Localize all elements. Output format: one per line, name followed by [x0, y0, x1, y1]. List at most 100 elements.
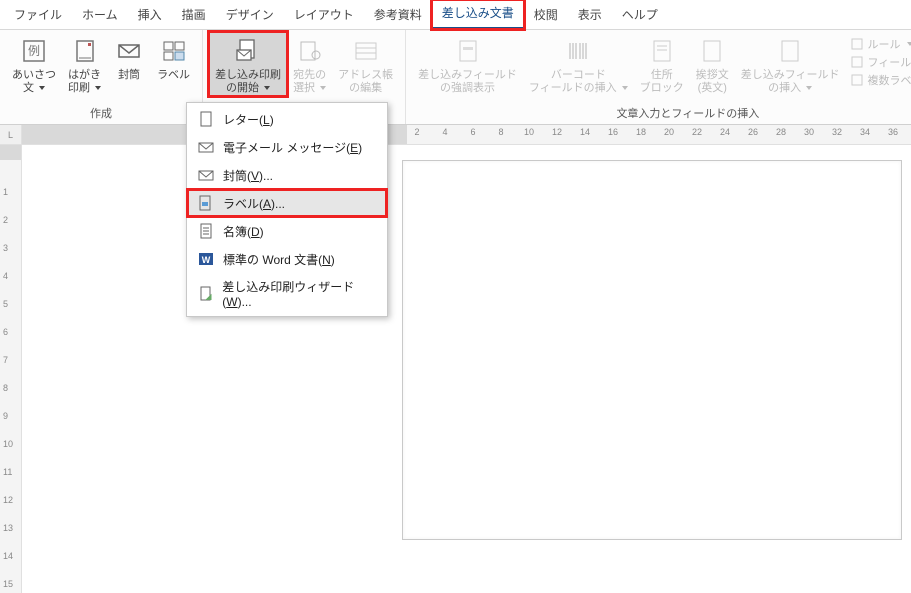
ruler-h-tick: 12 — [552, 127, 562, 137]
postcard-icon — [69, 35, 101, 67]
ruler-v-tick: 13 — [3, 523, 13, 533]
tab-mailings[interactable]: 差し込み文書 — [432, 0, 524, 29]
tab-insert[interactable]: 挿入 — [128, 2, 172, 29]
greeting-line-button: 挨拶文(英文) — [690, 32, 735, 95]
menu-envelope[interactable]: 封筒(V)... — [187, 161, 387, 189]
ruler-h-tick: 22 — [692, 127, 702, 137]
greeting-icon: 例 — [18, 35, 50, 67]
rules-label: ルール — [868, 36, 911, 52]
envelope-button[interactable]: 封筒 — [107, 32, 151, 82]
ruler-h-tick: 18 — [636, 127, 646, 137]
postcard-button[interactable]: はがき印刷 — [62, 32, 107, 95]
ruler-vertical[interactable]: 123456789101112131415 — [0, 145, 22, 593]
group-write-label: 文章入力とフィールドの挿入 — [616, 103, 759, 124]
menu-directory[interactable]: 名簿(D) — [187, 217, 387, 245]
greeting-line-icon — [696, 35, 728, 67]
start-merge-button[interactable]: 差し込み印刷の開始 — [209, 32, 287, 96]
menu-label[interactable]: ラベル(A)... — [187, 189, 387, 217]
insert-field-icon — [774, 35, 806, 67]
match-fields-label: フィールドの対応 — [868, 54, 911, 70]
address-block-label: 住所ブロック — [640, 67, 684, 95]
ruler-h-tick: 24 — [720, 127, 730, 137]
edit-recipients-icon — [350, 35, 382, 67]
ruler-h-tick: 20 — [664, 127, 674, 137]
tab-view[interactable]: 表示 — [568, 2, 612, 29]
menu-wizard[interactable]: 差し込み印刷ウィザード(W)... — [187, 273, 387, 314]
ruler-horizontal[interactable]: 24681012141618202224262830323436 — [22, 125, 911, 145]
tab-review[interactable]: 校閲 — [524, 2, 568, 29]
menu-email-label: 電子メール メッセージ(E) — [223, 139, 362, 156]
ruler-h-tick: 28 — [776, 127, 786, 137]
tab-file[interactable]: ファイル — [4, 2, 72, 29]
highlight-field-label: 差し込みフィールドの強調表示 — [418, 67, 517, 95]
ruler-v-tick: 15 — [3, 579, 13, 589]
label-label: ラベル — [157, 67, 190, 82]
svg-text:W: W — [202, 255, 211, 265]
svg-text:例: 例 — [28, 44, 40, 58]
ruler-h-tick: 16 — [608, 127, 618, 137]
ruler-v-tick: 5 — [3, 299, 8, 309]
ruler-h-tick: 2 — [414, 127, 419, 137]
menu-email[interactable]: 電子メール メッセージ(E) — [187, 133, 387, 161]
ruler-v-tick: 1 — [3, 187, 8, 197]
document-area[interactable] — [22, 145, 911, 593]
group-create: 例 あいさつ文 はがき印刷 封筒 ラベル — [0, 30, 203, 124]
edit-recipients-button: アドレス帳の編集 — [332, 32, 399, 95]
menu-label-label: ラベル(A)... — [223, 195, 285, 212]
ruler-v-tick: 10 — [3, 439, 13, 449]
start-merge-icon — [232, 35, 264, 67]
barcode-button: バーコードフィールドの挿入 — [523, 32, 634, 95]
ruler-h-tick: 8 — [498, 127, 503, 137]
menu-letter[interactable]: レター(L) — [187, 105, 387, 133]
ruler-v-tick: 7 — [3, 355, 8, 365]
wizard-icon — [197, 285, 214, 303]
ruler-v-tick: 14 — [3, 551, 13, 561]
tab-layout[interactable]: レイアウト — [284, 2, 364, 29]
greeting-label: あいさつ文 — [12, 67, 56, 95]
ruler-v-tick: 12 — [3, 495, 13, 505]
ruler-v-tick: 3 — [3, 243, 8, 253]
page[interactable] — [402, 160, 902, 540]
ruler-h-tick: 34 — [860, 127, 870, 137]
multi-label-button: 複数ラベルに反映 — [850, 72, 911, 88]
letter-icon — [197, 110, 215, 128]
label-menu-icon — [197, 194, 215, 212]
ruler-h-tick: 30 — [804, 127, 814, 137]
ribbon-tabs: ファイル ホーム 挿入 描画 デザイン レイアウト 参考資料 差し込み文書 校閲… — [0, 0, 911, 30]
rules-button: ルール — [850, 36, 911, 52]
barcode-label: バーコードフィールドの挿入 — [529, 67, 628, 95]
tab-references[interactable]: 参考資料 — [364, 2, 432, 29]
ruler-v-tick: 6 — [3, 327, 8, 337]
highlight-field-button: 差し込みフィールドの強調表示 — [412, 32, 523, 95]
tab-help[interactable]: ヘルプ — [612, 2, 668, 29]
ruler-h-tick: 6 — [470, 127, 475, 137]
tab-home[interactable]: ホーム — [72, 2, 128, 29]
ruler-v-margin — [0, 145, 21, 160]
envelope-label: 封筒 — [118, 67, 140, 82]
address-block-button: 住所ブロック — [634, 32, 690, 95]
label-button[interactable]: ラベル — [151, 32, 196, 82]
menu-wizard-label: 差し込み印刷ウィザード(W)... — [222, 278, 377, 309]
select-recipients-button[interactable]: 宛先の選択 — [287, 32, 332, 95]
start-merge-menu: レター(L) 電子メール メッセージ(E) 封筒(V)... ラベル(A)...… — [186, 102, 388, 317]
match-fields-button: フィールドの対応 — [850, 54, 911, 70]
ruler-h-tick: 14 — [580, 127, 590, 137]
menu-normal-doc-label: 標準の Word 文書(N) — [223, 251, 335, 268]
ruler-corner: L — [0, 125, 22, 145]
word-doc-icon: W — [197, 250, 215, 268]
directory-icon — [197, 222, 215, 240]
email-icon — [197, 138, 215, 156]
envelope-menu-icon — [197, 166, 215, 184]
tab-draw[interactable]: 描画 — [172, 2, 216, 29]
label-icon — [158, 35, 190, 67]
menu-envelope-label: 封筒(V)... — [223, 167, 273, 184]
menu-normal-doc[interactable]: W 標準の Word 文書(N) — [187, 245, 387, 273]
ruler-h-tick: 26 — [748, 127, 758, 137]
tab-design[interactable]: デザイン — [216, 2, 284, 29]
barcode-icon — [562, 35, 594, 67]
ruler-v-tick: 4 — [3, 271, 8, 281]
multi-label-label: 複数ラベルに反映 — [868, 72, 911, 88]
ruler-h-tick: 32 — [832, 127, 842, 137]
group-create-label: 作成 — [90, 103, 112, 124]
greeting-button[interactable]: 例 あいさつ文 — [6, 32, 62, 95]
